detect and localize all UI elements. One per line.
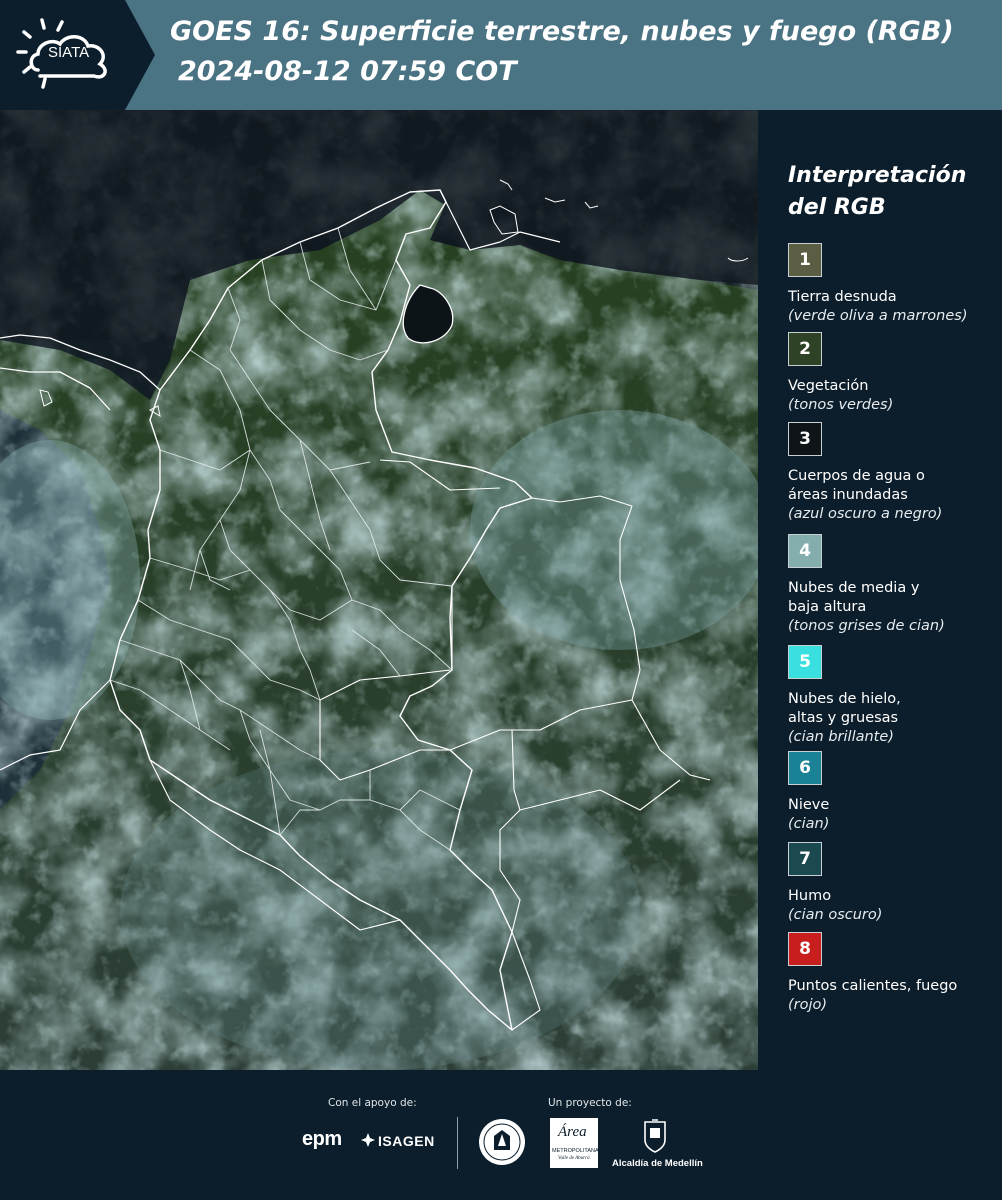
legend-swatch: 8 <box>788 932 822 966</box>
legend-item: 6 Nieve (cian) <box>788 751 1002 834</box>
siata-logo-text: SIATA <box>48 44 90 61</box>
legend-label: Nubes de media y baja altura <box>788 580 920 615</box>
support-label: Con el apoyo de: <box>328 1097 417 1109</box>
legend-title: Interpretación del RGB <box>788 163 967 220</box>
area-metro-text: Área <box>558 1124 587 1140</box>
isagen-logo-icon <box>360 1132 376 1148</box>
legend-note: (rojo) <box>788 997 828 1013</box>
alcaldia-logo: Alcaldía de Medellín <box>612 1158 703 1169</box>
legend-item: 1 Tierra desnuda (verde oliva a marrones) <box>788 243 1002 326</box>
legend-item: 8 Puntos calientes, fuego (rojo) <box>788 932 1002 1015</box>
legend-item: 5 Nubes de hielo, altas y gruesas (cian br… <box>788 645 1002 747</box>
legend-swatch: 6 <box>788 751 822 785</box>
legend-swatch: 2 <box>788 332 822 366</box>
legend-swatch: 7 <box>788 842 822 876</box>
header: SIATA GOES 16: Superficie terrestre, nub… <box>0 0 1002 110</box>
footer-divider <box>457 1117 458 1169</box>
legend-label: Cuerpos de agua o áreas inundadas <box>788 468 925 503</box>
legend-note: (verde oliva a marrones) <box>788 308 968 324</box>
legend-item: 4 Nubes de media y baja altura (tonos gris… <box>788 534 1002 636</box>
footer: Con el apoyo de: Un proyecto de: epm ISA… <box>0 1070 1002 1200</box>
legend-swatch: 1 <box>788 243 822 277</box>
epm-logo: epm <box>302 1128 342 1150</box>
legend-swatch: 3 <box>788 422 822 456</box>
legend-note: (cian brillante) <box>788 729 894 745</box>
satellite-map <box>0 110 758 1070</box>
legend-note: (azul oscuro a negro) <box>788 506 943 522</box>
legend-label: Humo <box>788 888 832 904</box>
legend-label: Tierra desnuda <box>788 289 897 305</box>
legend-note: (cian oscuro) <box>788 907 883 923</box>
area-metropolitana-logo: Área METROPOLITANA Valle de Aburrá <box>550 1118 599 1168</box>
legend-note: (tonos verdes) <box>788 397 894 413</box>
legend-label: Nubes de hielo, altas y gruesas <box>788 691 901 726</box>
legend-panel: Interpretación del RGB 1 Tierra desnuda (v… <box>760 110 1002 1070</box>
legend-note: (cian) <box>788 816 830 832</box>
area-metro-sub2: Valle de Aburrá <box>558 1156 590 1161</box>
isagen-logo: ISAGEN <box>378 1133 435 1149</box>
legend-label: Vegetación <box>788 378 869 394</box>
page-title: GOES 16: Superficie terrestre, nubes y f… <box>170 16 954 47</box>
medellin-shield-icon <box>642 1118 668 1154</box>
legend-note: (tonos grises de cian) <box>788 618 945 634</box>
siata-logo: SIATA <box>0 0 155 110</box>
satellite-image <box>0 110 758 1070</box>
legend-label: Puntos calientes, fuego <box>788 978 958 994</box>
legend-swatch: 5 <box>788 645 822 679</box>
project-label: Un proyecto de: <box>548 1097 632 1109</box>
legend-swatch: 4 <box>788 534 822 568</box>
antioquia-seal-icon <box>478 1118 526 1166</box>
page-timestamp: 2024-08-12 07:59 COT <box>178 56 517 87</box>
legend-label: Nieve <box>788 797 830 813</box>
legend-item: 3 Cuerpos de agua o áreas inundadas (azul … <box>788 422 1002 524</box>
area-metro-sub: METROPOLITANA <box>552 1148 599 1154</box>
legend-item: 7 Humo (cian oscuro) <box>788 842 1002 925</box>
legend-item: 2 Vegetación (tonos verdes) <box>788 332 1002 415</box>
